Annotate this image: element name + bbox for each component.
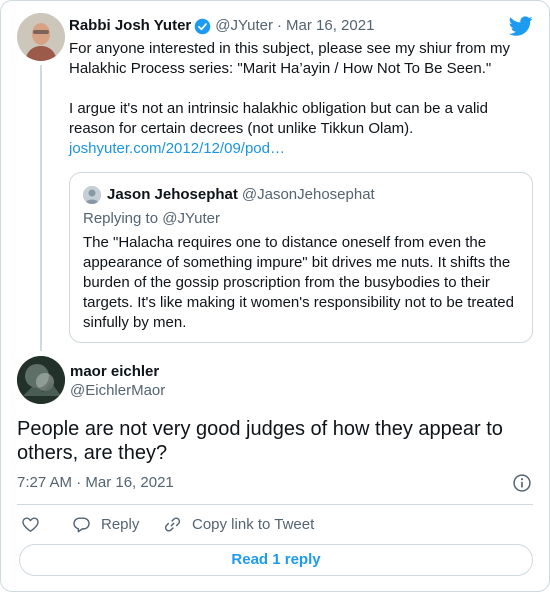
replying-to-label: Replying to @JYuter [83, 210, 220, 227]
read-replies-button[interactable]: Read 1 reply [19, 544, 533, 576]
like-button[interactable] [21, 514, 40, 534]
main-author-handle[interactable]: @EichlerMaor [70, 381, 165, 401]
tweet-date[interactable]: Mar 16, 2021 [286, 16, 374, 36]
author-handle[interactable]: @JYuter [215, 16, 273, 36]
speech-bubble-icon [73, 516, 90, 532]
parent-tweet-text: For anyone interested in this subject, p… [69, 40, 511, 137]
header-separator: · [277, 17, 283, 34]
tweet-link[interactable]: joshyuter.com/2012/12/09/pod… [69, 139, 285, 159]
tweet-embed-card: Rabbi Josh Yuter @JYuter · Mar 16, 2021 … [0, 0, 550, 592]
quoted-tweet[interactable]: Jason Jehosephat @JasonJehosephat Replyin… [69, 172, 533, 343]
quoted-tweet-text: The "Halacha requires one to distance on… [83, 234, 514, 331]
main-author-display-name[interactable]: maor eichler [70, 362, 159, 382]
quoted-avatar [83, 186, 101, 204]
main-tweet-text: People are not very good judges of how t… [17, 418, 503, 464]
info-icon[interactable] [512, 473, 532, 493]
avatar[interactable] [17, 356, 65, 404]
copy-link-label: Copy link to Tweet [192, 515, 315, 533]
thread-connector-line [40, 65, 42, 351]
twitter-bird-icon[interactable] [509, 14, 533, 38]
quoted-handle: @JasonJehosephat [241, 186, 375, 203]
parent-tweet-header: Rabbi Josh Yuter @JYuter · Mar 16, 2021 [69, 16, 374, 36]
reply-button[interactable]: Reply [72, 514, 139, 534]
quoted-display-name: Jason Jehosephat [107, 186, 238, 203]
author-display-name[interactable]: Rabbi Josh Yuter [69, 16, 191, 36]
avatar[interactable] [17, 13, 65, 61]
heart-icon [22, 516, 39, 532]
link-icon [164, 516, 181, 532]
tweet-timestamp[interactable]: 7:27 AM · Mar 16, 2021 [17, 473, 174, 493]
verified-badge-icon [194, 18, 211, 34]
copy-link-button[interactable]: Copy link to Tweet [163, 514, 314, 534]
divider [17, 504, 533, 505]
quoted-tweet-header: Jason Jehosephat @JasonJehosephat [107, 185, 375, 205]
reply-label: Reply [101, 515, 140, 533]
